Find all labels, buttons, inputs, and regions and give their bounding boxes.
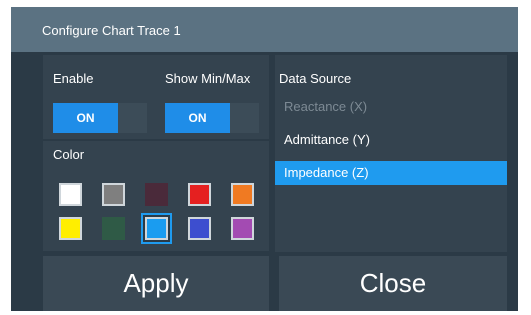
enable-label: Enable <box>53 71 94 86</box>
show-min-max-label: Show Min/Max <box>165 71 251 86</box>
apply-button[interactable]: Apply <box>43 256 269 311</box>
data-source-item-3[interactable]: Impedance (Z) <box>275 161 507 185</box>
data-source-item-1: Reactance (X) <box>284 99 368 114</box>
color-label: Color <box>53 147 85 162</box>
toggles-panel: Enable Show Min/Max ON ON <box>43 55 269 139</box>
color-swatch-7 <box>102 217 125 240</box>
dialog-title: Configure Chart Trace 1 <box>42 23 181 38</box>
color-swatch-9[interactable] <box>188 217 211 240</box>
color-swatch-3 <box>145 183 168 206</box>
color-swatch-2[interactable] <box>102 183 125 206</box>
data-source-item-2[interactable]: Admittance (Y) <box>275 128 507 152</box>
color-swatch-10[interactable] <box>231 217 254 240</box>
configure-chart-trace-dialog: Configure Chart Trace 1 Enable Show Min/… <box>11 7 518 311</box>
close-button[interactable]: Close <box>279 256 507 311</box>
enable-toggle-value: ON <box>53 103 118 133</box>
dialog-titlebar: Configure Chart Trace 1 <box>11 7 518 52</box>
show-min-max-toggle-value: ON <box>165 103 230 133</box>
color-swatch-1[interactable] <box>59 183 82 206</box>
enable-toggle[interactable]: ON <box>53 103 147 133</box>
data-source-panel: Data Source Reactance (X) Admittance (Y) I… <box>275 55 507 252</box>
color-swatch-4[interactable] <box>188 183 211 206</box>
color-swatch-8[interactable] <box>145 217 168 240</box>
color-panel: Color <box>43 141 269 251</box>
show-min-max-toggle[interactable]: ON <box>165 103 259 133</box>
color-swatch-6[interactable] <box>59 217 82 240</box>
color-swatch-5[interactable] <box>231 183 254 206</box>
data-source-label: Data Source <box>279 71 352 86</box>
